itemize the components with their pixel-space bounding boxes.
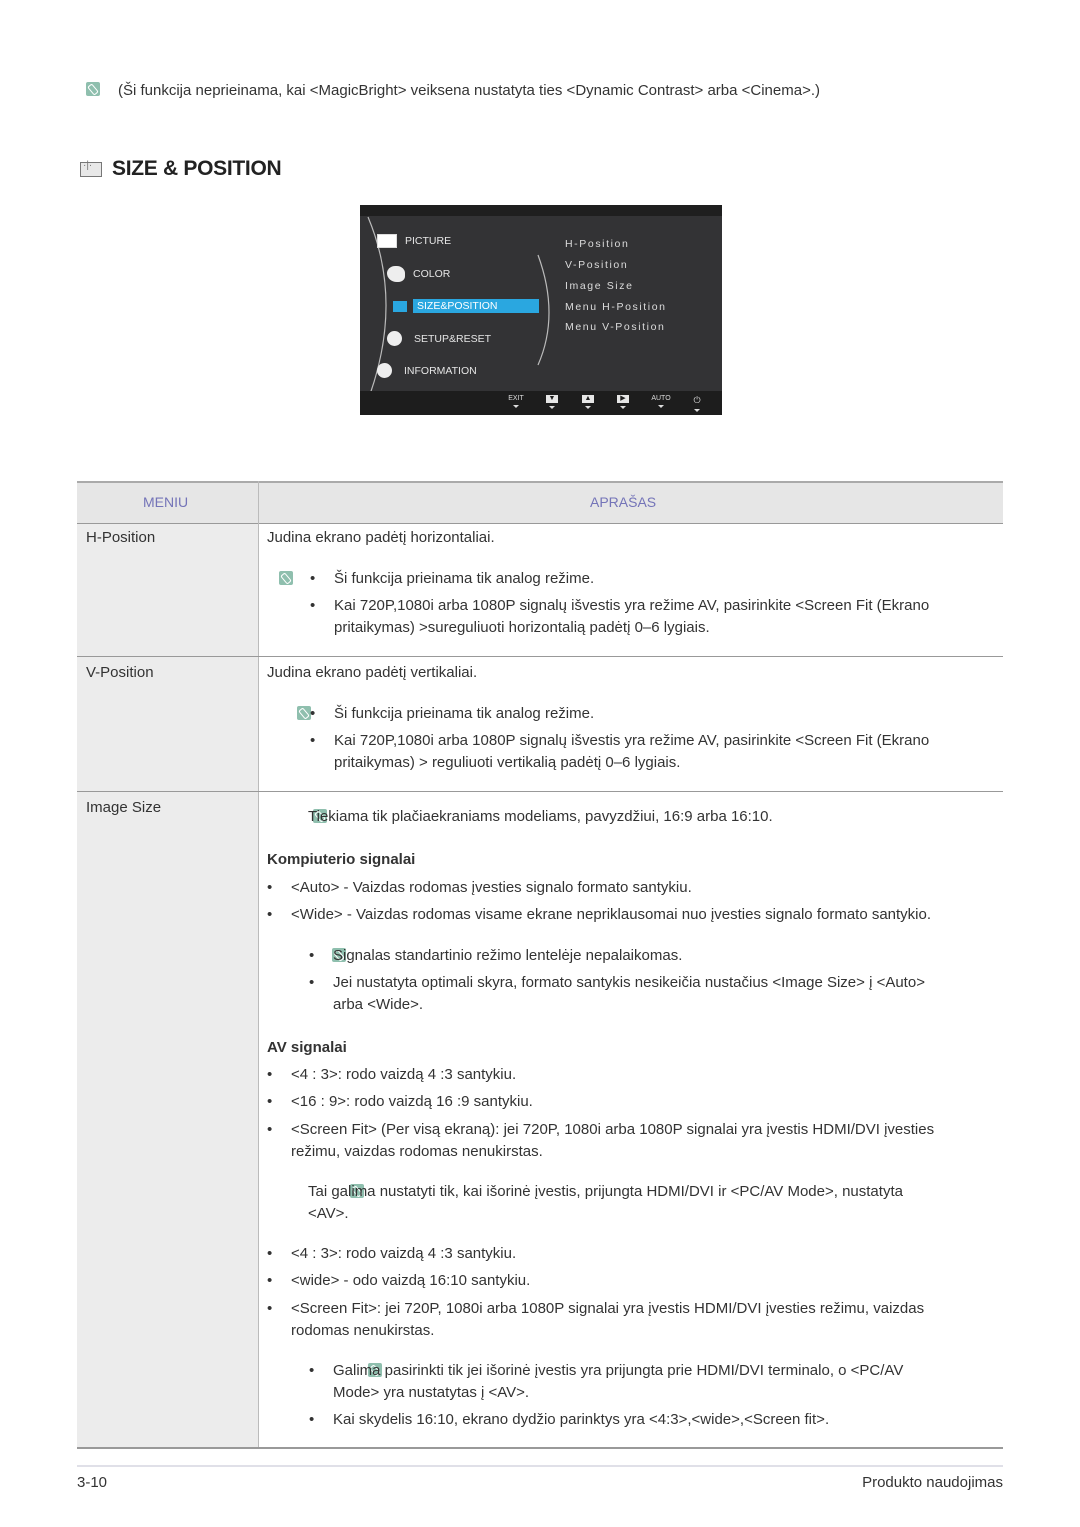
pc-item: <Auto> - Vaizdas rodomas įvesties signal…	[267, 879, 692, 896]
osd-menu-screenshot: PICTURE COLOR SIZE&POSITION SETUP&RESET …	[360, 205, 722, 415]
av-item-cont: režimu, vaizdas rodomas nenukirstas.	[291, 1143, 543, 1160]
section-title: SIZE & POSITION	[112, 157, 282, 180]
intro-note: (Ši funkcija neprieinama, kai <MagicBrig…	[86, 82, 820, 100]
osd-item-setup-reset: SETUP&RESET	[387, 331, 491, 346]
note-item-cont: pritaikymas) > reguliuoti vertikalią pad…	[334, 754, 681, 771]
note-item: Kai 720P,1080i arba 1080P signalų išvest…	[310, 597, 929, 614]
note-item: Ši funkcija prieinama tik analog režime.	[310, 570, 594, 587]
av-item: <Screen Fit> (Per visą ekraną): jei 720P…	[267, 1121, 934, 1138]
note-item: Kai 720P,1080i arba 1080P signalų išvest…	[310, 732, 929, 749]
power-icon: ⏻	[693, 395, 701, 405]
osd-up-button: ▲	[578, 395, 598, 409]
section-heading: SIZE & POSITION	[80, 157, 282, 181]
osd-button-bar: EXIT ▼ ▲ ▶ AUTO ⏻	[360, 391, 722, 415]
final-note-cont: Mode> yra nustatytas į <AV>.	[333, 1384, 530, 1401]
av-item: <16 : 9>: rodo vaizdą 16 :9 santykiu.	[267, 1093, 533, 1110]
osd-power-button: ⏻	[687, 395, 707, 412]
page-number: 3-10	[77, 1474, 108, 1491]
menu-column-bg	[77, 523, 258, 1449]
palette-icon	[387, 266, 405, 282]
up-icon: ▲	[582, 395, 594, 403]
osd-sub-menu-h-position: Menu H-Position	[565, 301, 667, 313]
osd-sub-h-position: H-Position	[565, 238, 630, 250]
row-label-image-size: Image Size	[86, 799, 162, 816]
pc-note: Signalas standartinio režimo lentelėje n…	[309, 947, 682, 964]
right-icon: ▶	[617, 395, 629, 403]
pc-signals-heading: Kompiuterio signalai	[267, 851, 416, 868]
osd-item-picture: PICTURE	[377, 234, 451, 248]
final-note: Galima pasirinkti tik jei išorinė įvesti…	[309, 1362, 903, 1379]
column-divider	[258, 481, 259, 1449]
header-description: APRAŠAS	[590, 494, 657, 510]
down-icon: ▼	[546, 395, 558, 403]
gear-icon	[387, 331, 402, 346]
table-bottom-border	[77, 1447, 1003, 1449]
intro-note-text: (Ši funkcija neprieinama, kai <MagicBrig…	[118, 82, 821, 99]
osd-right-button: ▶	[613, 395, 633, 409]
row-divider	[77, 791, 1003, 792]
osd-auto-button: AUTO	[651, 395, 671, 408]
av2-item-cont: rodomas nenukirstas.	[291, 1322, 435, 1339]
osd-sub-v-position: V-Position	[565, 259, 629, 271]
osd-sub-image-size: Image Size	[565, 280, 634, 292]
note-icon	[279, 571, 293, 585]
av2-item: <Screen Fit>: jei 720P, 1080i arba 1080P…	[267, 1300, 924, 1317]
osd-down-button: ▼	[542, 395, 562, 409]
osd-item-size-position: SIZE&POSITION	[393, 299, 539, 313]
image-size-note: Tiekiama tik plačiaekraniams modeliams, …	[308, 808, 773, 825]
av2-item: <4 : 3>: rodo vaizdą 4 :3 santykiu.	[267, 1245, 516, 1262]
table-header: MENIU APRAŠAS	[77, 481, 1003, 524]
footer-divider	[77, 1465, 1003, 1467]
row-label-h-position: H-Position	[86, 529, 156, 546]
pc-item: <Wide> - Vaizdas rodomas visame ekrane n…	[267, 906, 931, 923]
picture-icon	[377, 234, 397, 248]
av-item: <4 : 3>: rodo vaizdą 4 :3 santykiu.	[267, 1066, 516, 1083]
av2-item: <wide> - odo vaizdą 16:10 santykiu.	[267, 1272, 530, 1289]
header-menu: MENIU	[143, 494, 189, 510]
av-note-cont: <AV>.	[308, 1205, 349, 1222]
osd-sub-menu-v-position: Menu V-Position	[565, 321, 666, 333]
row-desc: Judina ekrano padėtį vertikaliai.	[267, 664, 478, 681]
av-signals-heading: AV signalai	[267, 1039, 347, 1056]
pc-note-cont: arba <Wide>.	[333, 996, 424, 1013]
osd-item-information: INFORMATION	[377, 363, 477, 378]
row-desc: Judina ekrano padėtį horizontaliai.	[267, 529, 495, 546]
chapter-name: Produkto naudojimas	[862, 1474, 1003, 1491]
osd-exit-button: EXIT	[506, 395, 526, 408]
note-item: Ši funkcija prieinama tik analog režime.	[310, 705, 594, 722]
note-icon	[86, 82, 100, 96]
pc-note: Jei nustatyta optimali skyra, formato sa…	[309, 974, 925, 991]
osd-item-color: COLOR	[387, 266, 450, 282]
size-position-icon	[80, 160, 102, 177]
info-icon	[377, 363, 392, 378]
note-item-cont: pritaikymas) >sureguliuoti horizontalią …	[334, 619, 710, 636]
menu-table: MENIU APRAŠAS H-Position Judina ekrano p…	[77, 481, 1003, 1451]
final-note: Kai skydelis 16:10, ekrano dydžio parink…	[309, 1411, 829, 1428]
row-label-v-position: V-Position	[86, 664, 154, 681]
av-note: Tai galima nustatyti tik, kai išorinė įv…	[308, 1183, 903, 1200]
row-divider	[77, 656, 1003, 657]
size-position-osd-icon	[393, 300, 407, 312]
